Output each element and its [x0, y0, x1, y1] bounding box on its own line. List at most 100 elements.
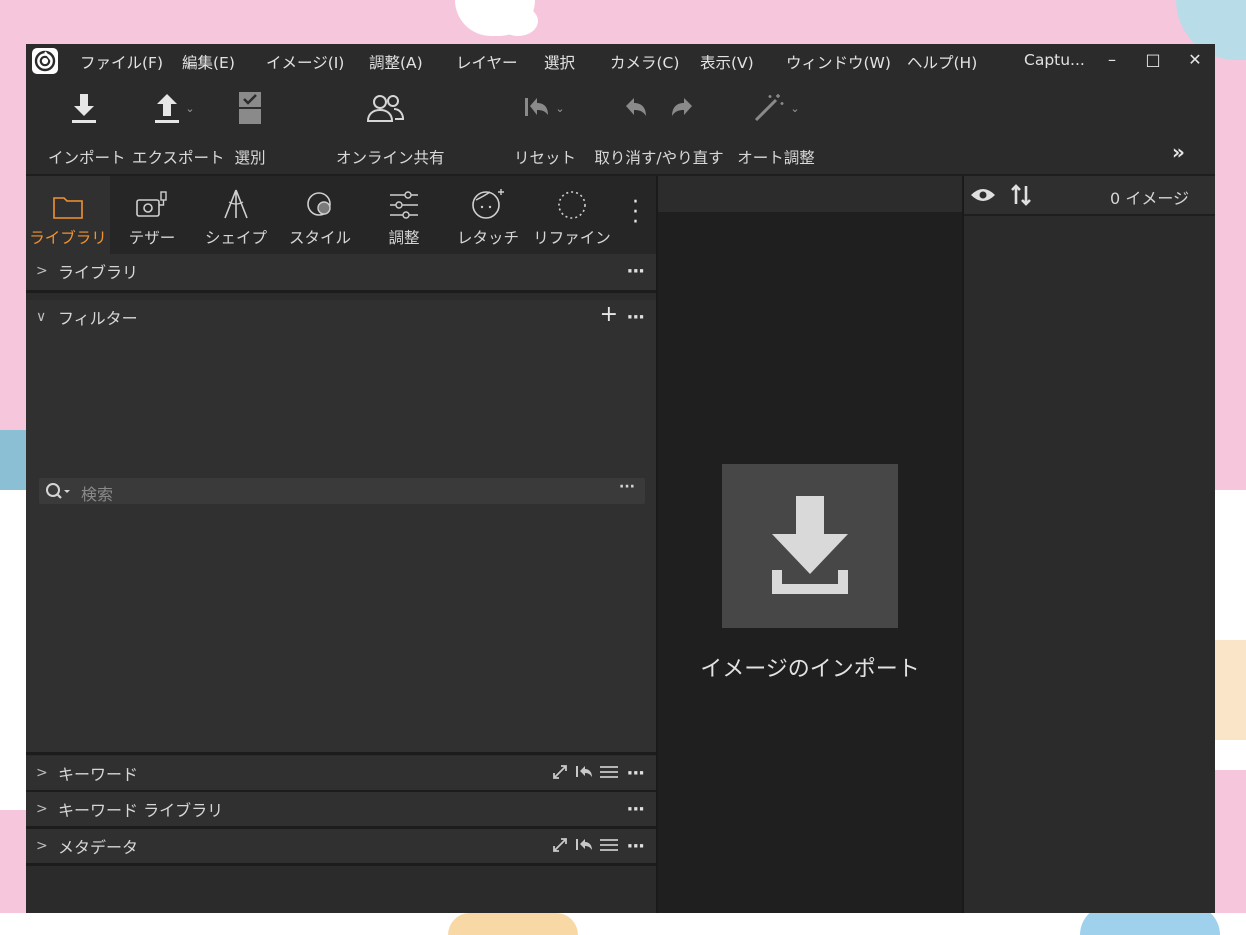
- section-divider: [26, 752, 656, 755]
- reset-label: リセット: [514, 149, 577, 167]
- search-icon[interactable]: [45, 481, 71, 505]
- list-icon[interactable]: [600, 765, 618, 779]
- undo-icon[interactable]: [622, 94, 650, 122]
- sliders-icon: [362, 176, 446, 220]
- redo-icon[interactable]: [668, 94, 696, 122]
- more-options-icon[interactable]: ···: [626, 261, 644, 282]
- library-section-header[interactable]: > ライブラリ: [26, 254, 656, 288]
- auto-adjust-tool[interactable]: ⌄ オート調整: [734, 88, 818, 168]
- section-title: メタデータ: [58, 838, 139, 857]
- filter-section-header[interactable]: ∨ フィルター: [26, 300, 656, 334]
- style-icon: [278, 176, 362, 220]
- menu-image[interactable]: イメージ(I): [266, 51, 344, 73]
- keywords-section: > キーワード ···: [26, 756, 656, 790]
- toolbar-more-button[interactable]: »: [1172, 140, 1185, 164]
- tab-label: レタッチ: [456, 229, 519, 247]
- expand-icon[interactable]: [552, 764, 568, 780]
- list-icon[interactable]: [600, 838, 618, 852]
- menu-window[interactable]: ウィンドウ(W): [786, 51, 891, 73]
- export-tool[interactable]: ⌄ エクスポート: [132, 88, 225, 168]
- people-icon: [336, 88, 436, 128]
- more-options-icon[interactable]: ···: [626, 799, 644, 820]
- reset-icon[interactable]: [575, 837, 593, 853]
- search-input[interactable]: 検索 ···: [39, 478, 645, 504]
- library-section: > ライブラリ ···: [26, 254, 656, 290]
- more-options-icon[interactable]: ···: [626, 307, 644, 328]
- keyword-library-section-header[interactable]: > キーワード ライブラリ: [26, 792, 656, 826]
- tab-library[interactable]: ライブラリ: [26, 176, 110, 254]
- undo-redo-tool[interactable]: 取り消す/やり直す: [594, 88, 724, 168]
- tabs-more-button[interactable]: · · ·: [632, 192, 639, 234]
- import-icon: [48, 88, 120, 128]
- keyword-library-section: > キーワード ライブラリ ···: [26, 792, 656, 826]
- section-title: ライブラリ: [58, 263, 139, 282]
- browser-toolbar: 0 イメージ: [964, 176, 1215, 216]
- capture-one-window: ファイル(F) 編集(E) イメージ(I) 調整(A) レイヤー 選択 カメラ(…: [26, 44, 1215, 913]
- toolbar: インポート ⌄ エクスポート 選別 オンライン共有 ⌄ リセット 取り消す/やり…: [26, 76, 1215, 176]
- menu-camera[interactable]: カメラ(C): [610, 51, 679, 73]
- chevron-right-icon: >: [36, 838, 48, 854]
- menu-adjust[interactable]: 調整(A): [369, 51, 423, 73]
- maximize-button[interactable]: □: [1139, 48, 1167, 72]
- menu-layer[interactable]: レイヤー: [456, 51, 518, 73]
- tab-adjust[interactable]: 調整: [362, 176, 446, 254]
- menu-select[interactable]: 選択: [544, 51, 575, 73]
- tool-tabs: ライブラリ テザー シェイプ スタイル 調整 レタッチ リファイン · · ·: [26, 176, 656, 254]
- viewer-toolbar: [658, 176, 962, 212]
- tab-shape[interactable]: シェイプ: [194, 176, 278, 254]
- section-divider: [26, 863, 656, 866]
- auto-adjust-label: オート調整: [737, 149, 815, 167]
- tab-label: 調整: [388, 229, 420, 247]
- import-label: インポート: [48, 149, 126, 167]
- chevron-down-icon: ∨: [36, 309, 47, 325]
- export-label: エクスポート: [132, 149, 225, 167]
- menu-edit[interactable]: 編集(E): [182, 51, 235, 73]
- window-title: Captu...: [1024, 51, 1085, 69]
- reset-icon[interactable]: [575, 764, 593, 780]
- add-filter-icon[interactable]: +: [600, 302, 618, 327]
- app-logo-icon[interactable]: [32, 48, 58, 74]
- more-options-icon[interactable]: ···: [626, 836, 644, 857]
- more-options-icon[interactable]: ···: [619, 479, 635, 495]
- culling-icon: [230, 88, 270, 128]
- tool-panel: ライブラリ テザー シェイプ スタイル 調整 レタッチ リファイン · · · …: [26, 176, 656, 913]
- menu-help[interactable]: ヘルプ(H): [907, 51, 977, 73]
- select-tool[interactable]: 選別: [230, 88, 270, 168]
- filter-section: ∨ フィルター + ···: [26, 300, 656, 753]
- tab-label: リファイン: [533, 229, 611, 247]
- menu-bar: ファイル(F) 編集(E) イメージ(I) 調整(A) レイヤー 選択 カメラ(…: [26, 44, 1215, 76]
- expand-icon[interactable]: [552, 837, 568, 853]
- reset-tool[interactable]: ⌄ リセット: [514, 88, 577, 168]
- tab-retouch[interactable]: レタッチ: [446, 176, 530, 254]
- chevron-down-icon: ⌄: [185, 101, 195, 115]
- close-button[interactable]: ✕: [1181, 48, 1209, 72]
- folder-icon: [26, 176, 110, 220]
- shape-icon: [194, 176, 278, 220]
- tab-tether[interactable]: テザー: [110, 176, 194, 254]
- viewer-area: イメージのインポート: [658, 176, 962, 913]
- wallpaper-cloud: [498, 6, 538, 36]
- eye-icon[interactable]: [970, 187, 996, 203]
- menu-file[interactable]: ファイル(F): [80, 51, 163, 73]
- magic-wand-icon: ⌄: [734, 88, 818, 128]
- undo-redo-label: 取り消す/やり直す: [594, 149, 724, 167]
- tab-label: ライブラリ: [29, 229, 107, 247]
- tab-style[interactable]: スタイル: [278, 176, 362, 254]
- search-placeholder: 検索: [81, 485, 114, 504]
- sort-icon[interactable]: [1010, 184, 1034, 206]
- minimize-button[interactable]: –: [1098, 48, 1126, 72]
- more-options-icon[interactable]: ···: [626, 763, 644, 784]
- import-images-label: イメージのインポート: [700, 657, 920, 682]
- retouch-face-icon: [446, 176, 530, 220]
- tab-label: スタイル: [288, 229, 351, 247]
- share-tool[interactable]: オンライン共有: [336, 88, 445, 168]
- refine-icon: [530, 176, 614, 220]
- import-tool[interactable]: インポート: [48, 88, 126, 168]
- chevron-down-icon: ⌄: [790, 101, 800, 115]
- import-images-button[interactable]: [722, 464, 898, 628]
- chevron-right-icon: >: [36, 263, 48, 279]
- chevron-right-icon: >: [36, 765, 48, 781]
- menu-view[interactable]: 表示(V): [700, 51, 754, 73]
- image-count: 0 イメージ: [1110, 189, 1189, 208]
- tab-refine[interactable]: リファイン: [530, 176, 614, 254]
